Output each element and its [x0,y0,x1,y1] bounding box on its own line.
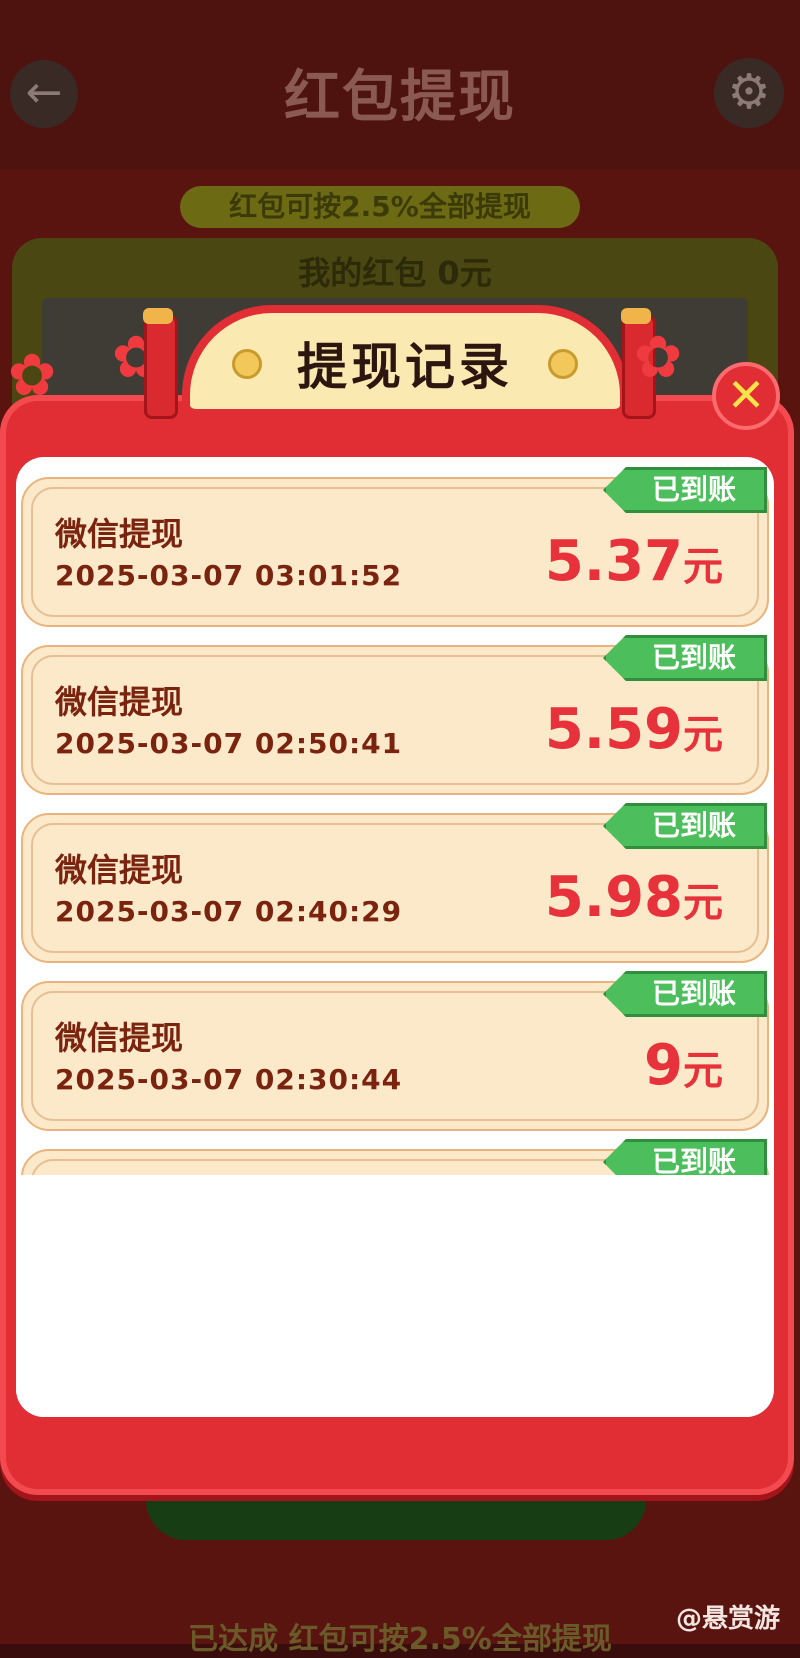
record-amount-value: 9 [644,1033,683,1098]
withdraw-hint-pill: 红包可按2.5%全部提现 [180,186,580,228]
watermark: @悬赏游 [675,1604,780,1634]
record-amount: 9元 [644,1033,723,1098]
gear-icon[interactable]: ⚙ [714,58,784,128]
record-time: 2025-03-07 03:01:52 [55,559,403,592]
record-amount-value: 5.98 [544,865,683,930]
record-time: 2025-03-07 02:30:44 [55,1063,403,1096]
record-item: 微信提现 2025-03-07 02:30:44 9元 已到账 [21,971,769,1131]
record-amount-unit: 元 [683,1048,723,1094]
record-title: 微信提现 [55,1019,184,1057]
record-time: 2025-03-07 02:40:29 [55,895,403,928]
record-amount-unit: 元 [683,880,723,926]
list-scroll-clip [16,1175,774,1417]
flower-icon: ✿ [7,341,57,409]
close-button[interactable]: ✕ [712,362,780,430]
status-badge: 已到账 [603,803,767,849]
status-badge: 已到账 [603,467,767,513]
records-list[interactable]: 微信提现 2025-03-07 03:01:52 5.37元 已到账 微信提现 … [16,457,774,1417]
title-banner: 提现记录 [182,305,628,419]
record-amount-value: 5.59 [544,697,683,762]
record-title: 微信提现 [55,851,184,889]
record-item: 微信提现 2025-03-07 03:01:52 5.37元 已到账 [21,467,769,627]
coin-icon [548,349,578,379]
status-badge: 已到账 [603,971,767,1017]
flower-icon: ✿ [633,323,683,391]
status-badge: 已到账 [603,635,767,681]
scroll-rod-icon [143,308,178,419]
record-amount-value: 5.37 [544,529,683,594]
page-title: 红包提现 [284,65,516,130]
record-title: 微信提现 [55,683,184,721]
record-title: 微信提现 [55,515,184,553]
withdraw-records-modal: 微信提现 2025-03-07 03:01:52 5.37元 已到账 微信提现 … [0,395,794,1495]
record-amount-unit: 元 [683,712,723,758]
record-amount: 5.59元 [545,697,723,762]
modal-header-banner: ✿ ✿ 提现记录 ✿ [0,285,800,419]
record-time: 2025-03-07 02:50:41 [55,727,403,760]
record-amount-unit: 元 [683,544,723,590]
record-amount: 5.98元 [545,865,723,930]
record-amount: 5.37元 [545,529,723,594]
record-item: 微信提现 2025-03-07 02:50:41 5.59元 已到账 [21,635,769,795]
record-item: 微信提现 2025-03-07 02:40:29 5.98元 已到账 [21,803,769,963]
